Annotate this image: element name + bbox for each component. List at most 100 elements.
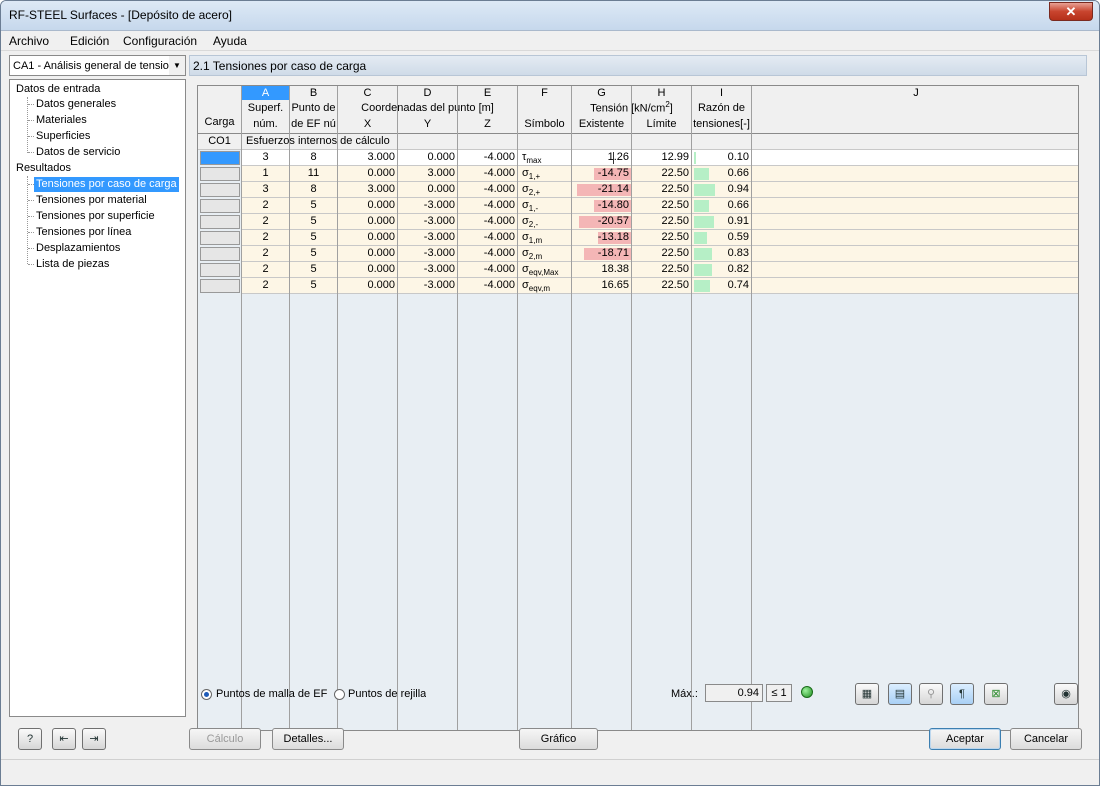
- col-letter-g[interactable]: G: [572, 87, 631, 99]
- cell-x[interactable]: 0.000: [338, 199, 395, 211]
- cell-z[interactable]: -4.000: [458, 215, 515, 227]
- cell-razon[interactable]: 0.66: [692, 199, 749, 211]
- cell-z[interactable]: -4.000: [458, 167, 515, 179]
- tree-item-datos-servicio[interactable]: Datos de servicio: [36, 145, 120, 160]
- cell-limite[interactable]: 12.99: [632, 151, 689, 163]
- cell-y[interactable]: 3.000: [398, 167, 455, 179]
- cell-simbolo[interactable]: σ2,+: [522, 183, 571, 197]
- cell-z[interactable]: -4.000: [458, 183, 515, 195]
- chevron-down-icon[interactable]: ▼: [169, 56, 185, 75]
- cell-x[interactable]: 0.000: [338, 247, 395, 259]
- cell-x[interactable]: 0.000: [338, 231, 395, 243]
- cell-simbolo[interactable]: σ2,-: [522, 215, 571, 229]
- cell-simbolo[interactable]: τmax: [522, 151, 571, 165]
- cell-z[interactable]: -4.000: [458, 231, 515, 243]
- cell-simbolo[interactable]: σeqv,Max: [522, 263, 571, 277]
- cell-y[interactable]: -3.000: [398, 199, 455, 211]
- cell-superf[interactable]: 2: [242, 279, 289, 291]
- menu-ayuda[interactable]: Ayuda: [213, 34, 247, 48]
- cell-limite[interactable]: 22.50: [632, 247, 689, 259]
- row-selector[interactable]: [200, 199, 240, 213]
- col-letter-c[interactable]: C: [338, 87, 397, 99]
- cell-x[interactable]: 3.000: [338, 151, 395, 163]
- tree-item-superficies[interactable]: Superficies: [36, 129, 90, 144]
- cell-y[interactable]: -3.000: [398, 263, 455, 275]
- close-button[interactable]: ✕: [1049, 2, 1093, 21]
- row-selector[interactable]: [200, 279, 240, 293]
- menu-archivo[interactable]: Archivo: [9, 34, 49, 48]
- col-letter-e[interactable]: E: [458, 87, 517, 99]
- cell-razon[interactable]: 0.82: [692, 263, 749, 275]
- tree-item-datos-generales[interactable]: Datos generales: [36, 97, 116, 112]
- cell-razon[interactable]: 0.10: [692, 151, 749, 163]
- row-selector[interactable]: [200, 247, 240, 261]
- cell-razon[interactable]: 0.66: [692, 167, 749, 179]
- cell-simbolo[interactable]: σ1,+: [522, 167, 571, 181]
- cell-simbolo[interactable]: σ1,m: [522, 231, 571, 245]
- cell-x[interactable]: 0.000: [338, 263, 395, 275]
- cell-superf[interactable]: 2: [242, 231, 289, 243]
- grafico-button[interactable]: Gráfico: [519, 728, 598, 750]
- cell-x[interactable]: 0.000: [338, 167, 395, 179]
- cell-y[interactable]: -3.000: [398, 247, 455, 259]
- cell-superf[interactable]: 1: [242, 167, 289, 179]
- cell-punto[interactable]: 5: [290, 199, 337, 211]
- cell-existente[interactable]: 16.65: [572, 279, 629, 291]
- cell-punto[interactable]: 8: [290, 183, 337, 195]
- cell-existente[interactable]: -14.80: [572, 199, 629, 211]
- cell-y[interactable]: 0.000: [398, 151, 455, 163]
- menu-edicion[interactable]: Edición: [70, 34, 109, 48]
- cell-simbolo[interactable]: σeqv,m: [522, 279, 571, 293]
- row-selector[interactable]: [200, 167, 240, 181]
- cell-superf[interactable]: 2: [242, 263, 289, 275]
- cell-punto[interactable]: 8: [290, 151, 337, 163]
- cancelar-button[interactable]: Cancelar: [1010, 728, 1082, 750]
- row-selector[interactable]: [200, 231, 240, 245]
- cell-z[interactable]: -4.000: [458, 263, 515, 275]
- cell-razon[interactable]: 0.83: [692, 247, 749, 259]
- tree-item-tensiones-linea[interactable]: Tensiones por línea: [36, 225, 131, 240]
- cell-punto[interactable]: 11: [290, 167, 337, 179]
- row-selector[interactable]: [200, 215, 240, 229]
- col-letter-d[interactable]: D: [398, 87, 457, 99]
- col-letter-j[interactable]: J: [752, 87, 1078, 99]
- detalles-button[interactable]: Detalles...: [272, 728, 344, 750]
- row-selector[interactable]: [200, 151, 240, 165]
- cell-limite[interactable]: 22.50: [632, 199, 689, 211]
- cell-z[interactable]: -4.000: [458, 247, 515, 259]
- cell-y[interactable]: -3.000: [398, 279, 455, 291]
- tree-item-tensiones-caso-carga[interactable]: Tensiones por caso de carga: [34, 177, 179, 192]
- cell-limite[interactable]: 22.50: [632, 215, 689, 227]
- cell-superf[interactable]: 3: [242, 151, 289, 163]
- col-letter-a[interactable]: A: [242, 87, 289, 99]
- tree-item-tensiones-material[interactable]: Tensiones por material: [36, 193, 147, 208]
- cell-razon[interactable]: 0.94: [692, 183, 749, 195]
- radio-fe-mesh-label[interactable]: Puntos de malla de EF: [216, 688, 327, 700]
- cell-superf[interactable]: 2: [242, 247, 289, 259]
- tree-item-tensiones-superficie[interactable]: Tensiones por superficie: [36, 209, 155, 224]
- cell-punto[interactable]: 5: [290, 263, 337, 275]
- cell-razon[interactable]: 0.74: [692, 279, 749, 291]
- radio-grid-points-label[interactable]: Puntos de rejilla: [348, 688, 426, 700]
- cell-z[interactable]: -4.000: [458, 199, 515, 211]
- import-icon[interactable]: ⇤: [52, 728, 76, 750]
- col-letter-i[interactable]: I: [692, 87, 751, 99]
- cell-limite[interactable]: 22.50: [632, 279, 689, 291]
- cell-z[interactable]: -4.000: [458, 151, 515, 163]
- cell-z[interactable]: -4.000: [458, 279, 515, 291]
- cell-existente[interactable]: -21.14: [572, 183, 629, 195]
- export-excel-icon[interactable]: ⊠: [984, 683, 1008, 705]
- col-letter-f[interactable]: F: [518, 87, 571, 99]
- menu-configuracion[interactable]: Configuración: [123, 34, 197, 48]
- row-selector[interactable]: [200, 263, 240, 277]
- col-letter-b[interactable]: B: [290, 87, 337, 99]
- funnel-filter-icon[interactable]: ⚲: [919, 683, 943, 705]
- tree-header-input[interactable]: Datos de entrada: [16, 82, 100, 97]
- radio-grid-points[interactable]: [334, 689, 345, 700]
- tree-item-materiales[interactable]: Materiales: [36, 113, 87, 128]
- cell-punto[interactable]: 5: [290, 279, 337, 291]
- cell-y[interactable]: -3.000: [398, 231, 455, 243]
- tree-item-lista-piezas[interactable]: Lista de piezas: [36, 257, 109, 272]
- tree-header-results[interactable]: Resultados: [16, 161, 71, 176]
- cell-simbolo[interactable]: σ2,m: [522, 247, 571, 261]
